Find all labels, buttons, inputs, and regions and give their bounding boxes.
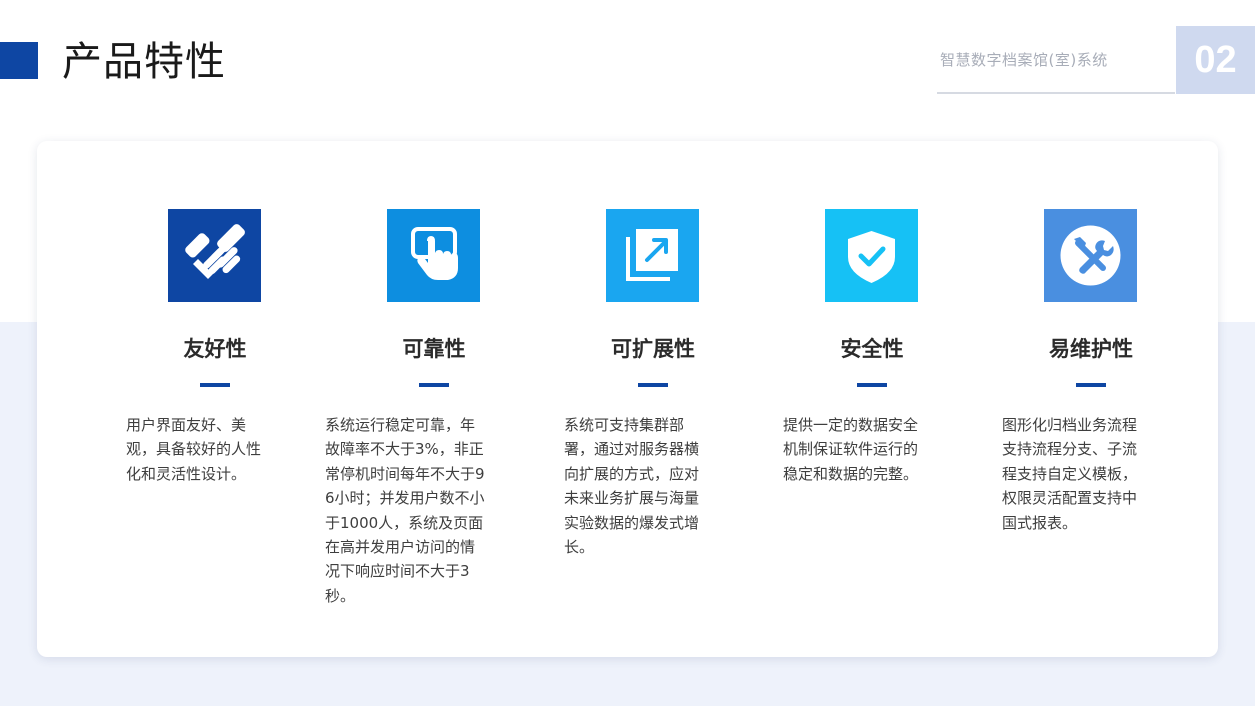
shield-check-icon	[825, 209, 918, 302]
header-divider	[937, 92, 1175, 94]
page-number-box: 02	[1176, 26, 1255, 94]
feature-title: 可扩展性	[611, 337, 695, 361]
feature-description: 用户界面友好、美观，具备较好的人性化和灵活性设计。	[126, 416, 262, 483]
feature-title: 友好性	[183, 337, 247, 361]
expand-icon	[606, 209, 699, 302]
title-accent-block	[0, 42, 38, 79]
tools-icon	[1044, 209, 1137, 302]
touch-hand-icon	[387, 209, 480, 302]
feature-reliability: 可靠性 系统运行稳定可靠，年故障率不大于3%，非正常停机时间每年不大于96小时；…	[324, 141, 544, 657]
handshake-icon	[168, 209, 261, 302]
feature-description: 图形化归档业务流程支持流程分支、子流程支持自定义模板，权限灵活配置支持中国式报表…	[1002, 416, 1138, 532]
feature-description: 系统可支持集群部署，通过对服务器横向扩展的方式，应对未来业务扩展与海量实验数据的…	[564, 416, 700, 557]
features-card: 友好性 用户界面友好、美观，具备较好的人性化和灵活性设计。 可靠性 系统运行稳定…	[37, 141, 1218, 657]
feature-title: 安全性	[840, 337, 904, 361]
feature-description: 提供一定的数据安全机制保证软件运行的稳定和数据的完整。	[783, 416, 919, 483]
feature-friendliness: 友好性 用户界面友好、美观，具备较好的人性化和灵活性设计。	[105, 141, 325, 657]
feature-security: 安全性 提供一定的数据安全机制保证软件运行的稳定和数据的完整。	[762, 141, 982, 657]
feature-title: 可靠性	[402, 337, 466, 361]
feature-title: 易维护性	[1049, 337, 1133, 361]
feature-description: 系统运行稳定可靠，年故障率不大于3%，非正常停机时间每年不大于96小时；并发用户…	[325, 416, 485, 605]
page-number: 02	[1194, 38, 1237, 81]
page-title: 产品特性	[62, 39, 226, 85]
title-underline	[200, 383, 230, 387]
title-underline	[419, 383, 449, 387]
feature-maintainability: 易维护性 图形化归档业务流程支持流程分支、子流程支持自定义模板，权限灵活配置支持…	[981, 141, 1201, 657]
feature-scalability: 可扩展性 系统可支持集群部署，通过对服务器横向扩展的方式，应对未来业务扩展与海量…	[543, 141, 763, 657]
title-underline	[638, 383, 668, 387]
title-underline	[1076, 383, 1106, 387]
title-underline	[857, 383, 887, 387]
system-name: 智慧数字档案馆(室)系统	[940, 51, 1108, 69]
